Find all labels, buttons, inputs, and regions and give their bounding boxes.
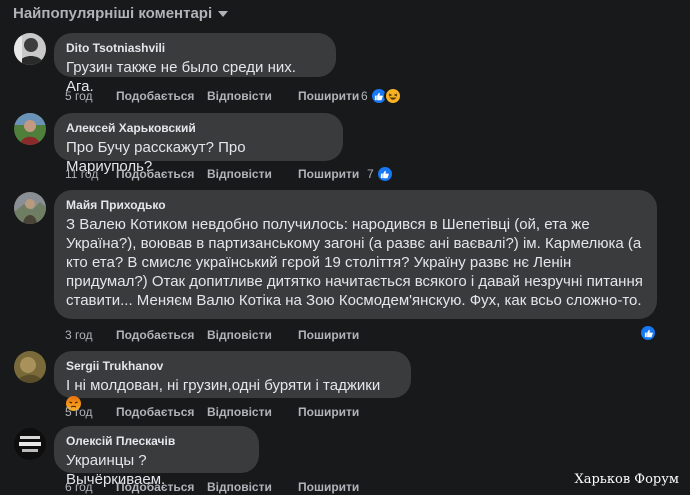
avatar[interactable] — [14, 192, 46, 224]
comment-actions: 3 год Подобається Відповісти Поширити — [65, 327, 359, 343]
reaction-count: 6 — [361, 89, 368, 103]
watermark: Харьков Форум — [574, 472, 679, 487]
share-button[interactable]: Поширити — [298, 328, 359, 342]
comment-actions: 11 год Подобається Відповісти Поширити — [65, 166, 359, 182]
reply-button[interactable]: Відповісти — [207, 480, 298, 494]
comment-bubble: Sergii Trukhanov І ні молдован, ні грузи… — [54, 351, 411, 411]
comment-text-content: І ні молдован, ні грузин,одні буряти і т… — [66, 377, 381, 394]
avatar[interactable] — [14, 351, 46, 383]
reply-button[interactable]: Відповісти — [207, 89, 298, 103]
like-icon — [375, 165, 394, 183]
comment-author[interactable]: Олексій Плескачів — [66, 433, 247, 449]
reactions-summary[interactable] — [637, 324, 657, 342]
avatar[interactable] — [14, 113, 46, 145]
comment-actions: 5 год Подобається Відповісти Поширити — [65, 404, 359, 420]
comment-author[interactable]: Dito Tsotniashvili — [66, 40, 324, 56]
reply-button[interactable]: Відповісти — [207, 328, 298, 342]
sort-label: Найпопулярніші коментарі — [13, 4, 213, 22]
comment-bubble: Алексей Харьковский Про Бучу расскажут? … — [54, 113, 343, 175]
like-icon — [639, 324, 657, 342]
like-button[interactable]: Подобається — [116, 480, 207, 494]
comment-time[interactable]: 5 год — [65, 89, 116, 103]
comment-time[interactable]: 5 год — [65, 405, 116, 419]
like-button[interactable]: Подобається — [116, 89, 207, 103]
comment-actions: 6 год Подобається Відповісти Поширити — [65, 479, 359, 495]
share-button[interactable]: Поширити — [298, 405, 359, 419]
comment-bubble: Олексій Плескачів Украинцы ? Вычёркиваем… — [54, 426, 259, 488]
comment-time[interactable]: 11 год — [65, 167, 116, 181]
haha-icon — [383, 87, 402, 105]
comment-author[interactable]: Майя Приходько — [66, 197, 645, 213]
comment-actions: 5 год Подобається Відповісти Поширити — [65, 88, 359, 104]
avatar[interactable] — [14, 33, 46, 65]
like-button[interactable]: Подобається — [116, 405, 207, 419]
comment-bubble: Dito Tsotniashvili Грузин также не было … — [54, 33, 336, 95]
comment-author[interactable]: Sergii Trukhanov — [66, 358, 399, 374]
sort-comments-dropdown[interactable]: Найпопулярніші коментарі — [13, 3, 229, 23]
reactions-summary[interactable]: 7 — [367, 165, 394, 183]
share-button[interactable]: Поширити — [298, 480, 359, 494]
comment-text: З Валею Котиком невдобно получилось: нар… — [66, 216, 643, 309]
reply-button[interactable]: Відповісти — [207, 167, 298, 181]
comment-time[interactable]: 6 год — [65, 480, 116, 494]
reply-button[interactable]: Відповісти — [207, 405, 298, 419]
chevron-down-icon — [218, 11, 229, 17]
share-button[interactable]: Поширити — [298, 167, 359, 181]
share-button[interactable]: Поширити — [298, 89, 359, 103]
like-button[interactable]: Подобається — [116, 167, 207, 181]
reactions-summary[interactable]: 6 — [361, 87, 402, 105]
comment-time[interactable]: 3 год — [65, 328, 116, 342]
comment-bubble: Майя Приходько З Валею Котиком невдобно … — [54, 190, 657, 319]
reaction-count: 7 — [367, 167, 374, 181]
avatar[interactable] — [14, 428, 46, 460]
comment-author[interactable]: Алексей Харьковский — [66, 120, 331, 136]
like-button[interactable]: Подобається — [116, 328, 207, 342]
